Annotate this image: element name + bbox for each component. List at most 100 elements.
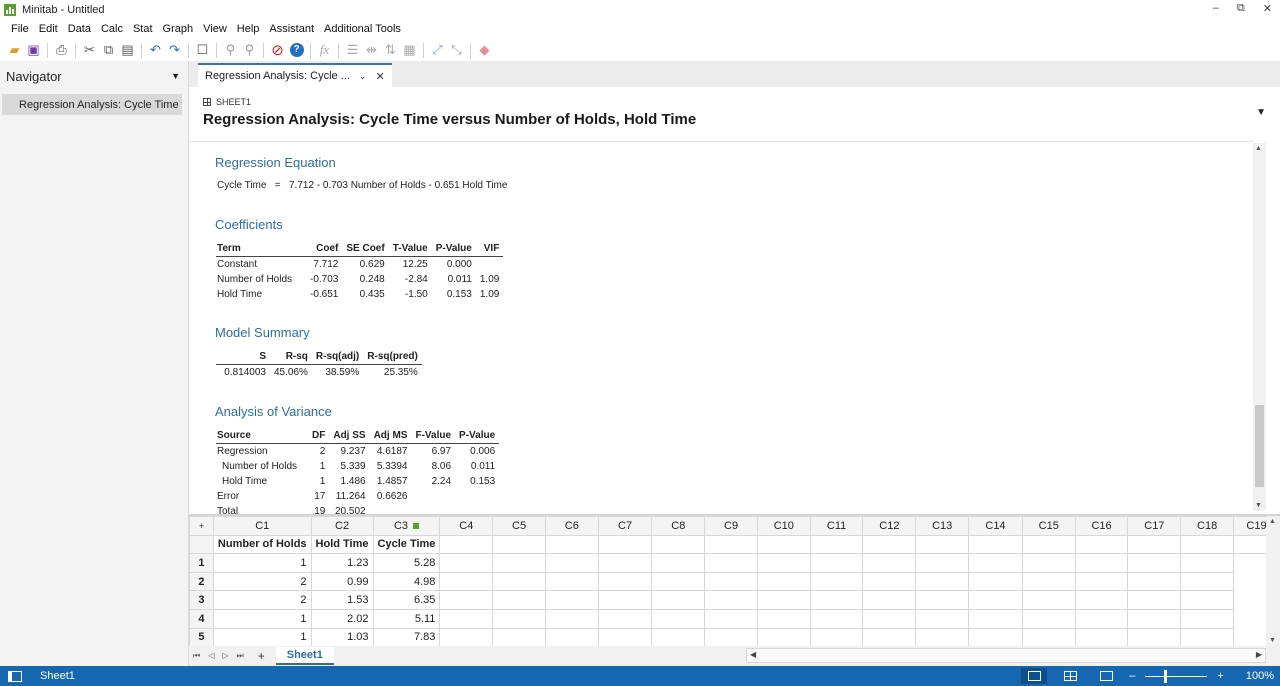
navigator-item-regression[interactable]: Regression Analysis: Cycle Time ve... [2, 94, 182, 115]
data-cell[interactable] [1127, 608, 1182, 629]
column-name-cell[interactable] [704, 534, 758, 555]
data-cell[interactable] [439, 590, 494, 610]
data-cell[interactable] [492, 553, 546, 573]
data-cell[interactable] [862, 553, 917, 573]
help-icon[interactable]: ? [288, 42, 305, 59]
data-cell[interactable] [492, 608, 546, 629]
data-cell[interactable] [597, 553, 653, 573]
row-header[interactable]: 3 [189, 590, 214, 610]
data-cell[interactable] [704, 627, 758, 646]
scroll-left-icon[interactable]: ◀ [750, 650, 756, 659]
data-cell[interactable] [1127, 590, 1182, 610]
scrollbar-thumb[interactable] [1255, 405, 1264, 487]
eraser-icon[interactable]: ◆ [476, 42, 493, 59]
scroll-down-icon[interactable]: ▼ [1255, 502, 1262, 509]
column-header[interactable]: C16 [1074, 516, 1129, 536]
data-cell[interactable]: 1.53 [310, 590, 374, 610]
data-cell[interactable] [544, 571, 599, 592]
data-cell[interactable] [809, 590, 864, 610]
navigator-dropdown-icon[interactable]: ▼ [171, 71, 180, 81]
data-cell[interactable] [597, 571, 653, 592]
worksheet-horizontal-scrollbar[interactable]: ◀ ▶ [746, 648, 1266, 663]
insert-rows-icon[interactable]: ☰ [344, 42, 361, 59]
zoom-in-button[interactable]: + [1217, 670, 1223, 682]
column-name-cell[interactable]: Hold Time [310, 534, 374, 555]
column-header[interactable]: C3 [372, 516, 441, 536]
last-sheet-icon[interactable]: ⏭ [237, 651, 244, 661]
zoom-out-button[interactable]: – [1129, 670, 1135, 682]
zoom-slider[interactable] [1145, 669, 1208, 683]
data-cell[interactable]: 2 [212, 590, 312, 610]
data-cell[interactable] [1021, 590, 1076, 610]
prev-sheet-icon[interactable]: ◁ [208, 651, 214, 661]
data-cell[interactable] [492, 571, 546, 592]
open-icon[interactable]: ▰ [6, 42, 23, 59]
column-name-cell[interactable] [1074, 534, 1129, 555]
menu-data[interactable]: Data [63, 23, 96, 35]
column-header[interactable]: C5 [492, 516, 546, 536]
column-header[interactable]: C10 [756, 516, 811, 536]
menu-graph[interactable]: Graph [158, 23, 199, 35]
data-cell[interactable] [651, 571, 706, 592]
column-header[interactable]: C8 [651, 516, 706, 536]
data-cell[interactable] [1074, 590, 1129, 610]
restore-button[interactable]: ⧉ [1237, 2, 1245, 15]
data-cell[interactable] [704, 608, 758, 629]
column-header[interactable]: C2 [310, 516, 374, 536]
menu-additional-tools[interactable]: Additional Tools [319, 23, 406, 35]
data-cell[interactable]: 4.98 [372, 571, 441, 592]
data-cell[interactable] [756, 571, 811, 592]
column-name-cell[interactable] [862, 534, 917, 555]
data-cell[interactable] [915, 590, 970, 610]
data-cell[interactable] [439, 571, 494, 592]
data-cell[interactable] [1074, 608, 1129, 629]
column-header[interactable]: C15 [1021, 516, 1076, 536]
menu-help[interactable]: Help [232, 23, 265, 35]
next-sheet-icon[interactable]: ▷ [222, 651, 228, 661]
column-name-cell[interactable] [756, 534, 811, 555]
column-name-cell[interactable] [1021, 534, 1076, 555]
cancel-icon[interactable]: ⊘ [269, 42, 286, 59]
row-header[interactable]: 1 [189, 553, 214, 573]
column-name-cell[interactable] [1180, 534, 1235, 555]
replace-icon[interactable]: ⚲ [241, 42, 258, 59]
data-cell[interactable] [1127, 571, 1182, 592]
data-cell[interactable] [1021, 571, 1076, 592]
data-cell[interactable] [544, 553, 599, 573]
data-cell[interactable] [704, 553, 758, 573]
data-cell[interactable] [651, 608, 706, 629]
zoom-slider-thumb[interactable] [1164, 669, 1168, 683]
data-cell[interactable]: 1 [212, 553, 312, 573]
data-cell[interactable]: 2.02 [310, 608, 374, 629]
output-view-icon[interactable] [1093, 668, 1119, 684]
menu-calc[interactable]: Calc [96, 23, 128, 35]
column-header[interactable]: C7 [597, 516, 653, 536]
data-cell[interactable] [1127, 627, 1182, 646]
data-cell[interactable] [968, 590, 1023, 610]
worksheet-vertical-scrollbar[interactable]: ▲ ▼ [1266, 516, 1280, 646]
data-cell[interactable]: 1.03 [310, 627, 374, 646]
data-cell[interactable] [651, 553, 706, 573]
data-cell[interactable] [1180, 627, 1235, 646]
data-cell[interactable] [809, 571, 864, 592]
print-icon[interactable]: ⎙ [53, 42, 70, 59]
data-cell[interactable] [1074, 553, 1129, 573]
move-columns-icon[interactable]: ⇅ [382, 42, 399, 59]
column-header[interactable]: C17 [1127, 516, 1182, 536]
output-scrollbar[interactable]: ▲ ▼ [1253, 143, 1266, 511]
column-header[interactable]: C12 [862, 516, 917, 536]
column-header[interactable]: C14 [968, 516, 1023, 536]
copy-icon[interactable]: ⧉ [100, 42, 117, 59]
column-name-cell[interactable] [968, 534, 1023, 555]
worksheet-view-icon[interactable] [1057, 668, 1083, 684]
data-cell[interactable] [968, 571, 1023, 592]
data-cell[interactable] [862, 590, 917, 610]
scroll-up-icon[interactable]: ▲ [1255, 145, 1262, 152]
data-cell[interactable] [968, 608, 1023, 629]
add-sheet-button[interactable]: + [258, 649, 265, 663]
column-header[interactable]: C4 [439, 516, 494, 536]
scroll-up-icon[interactable]: ▲ [1269, 518, 1276, 525]
row-header[interactable]: 5 [189, 627, 214, 646]
data-cell[interactable] [1074, 627, 1129, 646]
sheet-tab[interactable]: Sheet1 [275, 647, 334, 665]
